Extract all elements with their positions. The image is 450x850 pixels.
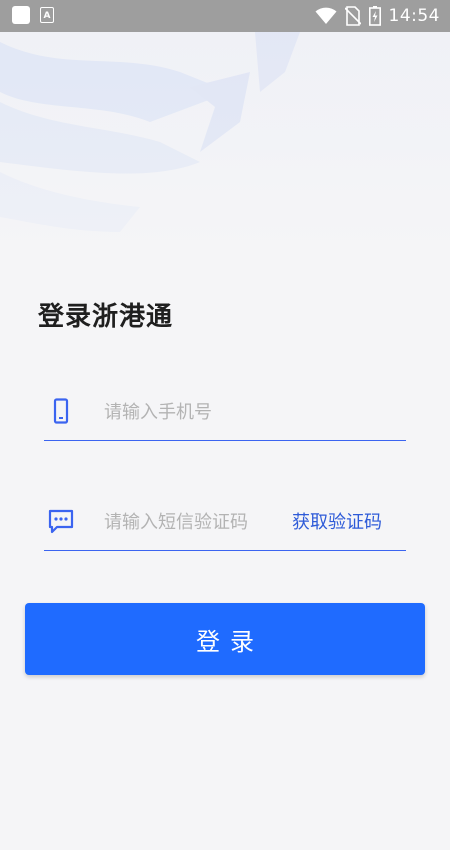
no-sim-icon	[344, 6, 361, 26]
page-title: 登录浙港通	[38, 302, 174, 332]
phone-input[interactable]	[104, 396, 334, 428]
phone-field	[44, 384, 406, 441]
login-button[interactable]: 登录	[25, 603, 425, 675]
code-input[interactable]	[104, 506, 274, 538]
font-a-icon: A	[40, 7, 54, 23]
code-field: 获取验证码	[44, 494, 406, 551]
app-square-icon	[12, 6, 30, 24]
phone-icon	[53, 398, 69, 424]
clock: 14:54	[388, 6, 440, 26]
battery-icon	[368, 6, 381, 26]
message-icon	[48, 509, 74, 534]
background-decoration	[0, 32, 450, 252]
get-code-button[interactable]: 获取验证码	[292, 508, 382, 534]
status-bar: A 14:54	[0, 0, 450, 32]
wifi-icon	[315, 7, 336, 24]
